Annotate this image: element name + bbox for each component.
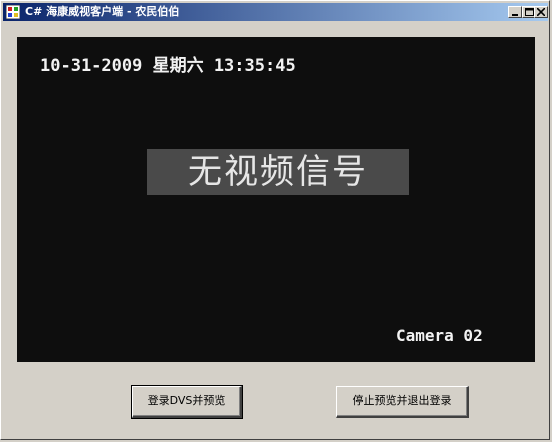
video-preview-panel: 10-31-2009 星期六 13:35:45 无视频信号 Camera 02 bbox=[17, 37, 535, 362]
maximize-icon bbox=[525, 8, 534, 16]
app-icon bbox=[6, 5, 20, 19]
minimize-button[interactable] bbox=[508, 6, 522, 18]
minimize-icon bbox=[512, 14, 518, 16]
window-title: C# 海康威视客户端 - 农民伯伯 bbox=[25, 5, 180, 18]
no-signal-text: 无视频信号 bbox=[188, 152, 368, 192]
login-preview-button[interactable]: 登录DVS并预览 bbox=[131, 385, 243, 419]
close-button[interactable] bbox=[534, 6, 548, 18]
camera-label: Camera 02 bbox=[396, 326, 483, 345]
title-bar[interactable]: C# 海康威视客户端 - 农民伯伯 bbox=[3, 3, 548, 21]
no-signal-overlay: 无视频信号 bbox=[147, 149, 409, 195]
close-icon bbox=[537, 8, 545, 16]
osd-datetime: 10-31-2009 星期六 13:35:45 bbox=[40, 56, 296, 76]
stop-logout-button[interactable]: 停止预览并退出登录 bbox=[336, 386, 469, 418]
main-window: C# 海康威视客户端 - 农民伯伯 10-31-2009 星期六 13:35:4… bbox=[0, 0, 550, 440]
